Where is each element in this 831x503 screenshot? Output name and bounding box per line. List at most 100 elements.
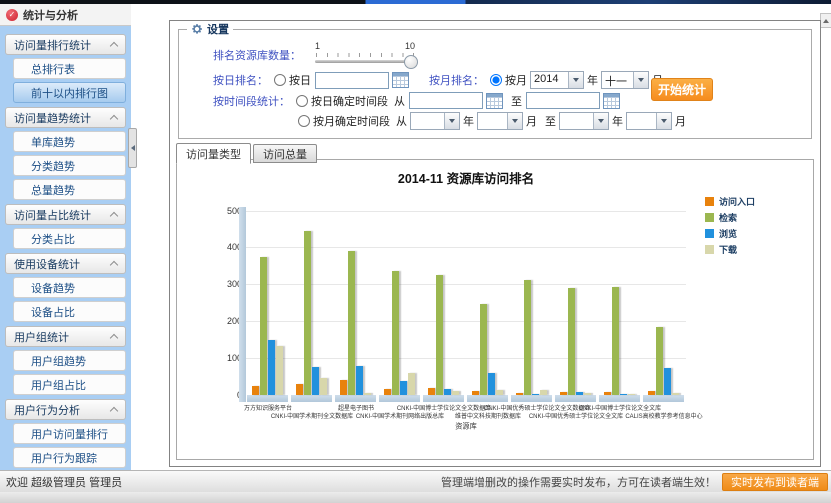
legend-swatch: [705, 213, 714, 222]
period-label: 按时间段统计：: [213, 93, 290, 109]
scroll-up-arrow[interactable]: [820, 13, 831, 28]
y-axis-tick-label: 0: [198, 390, 242, 400]
rank-mode-row: 按日排名： 按日 按月排名： 按月 2014 年 十一 月: [179, 71, 811, 89]
chevron-down-icon[interactable]: [656, 113, 671, 129]
slider-min-label: 1: [315, 41, 320, 51]
period-monthly-radio[interactable]: [298, 115, 310, 127]
slider-track[interactable]: [315, 60, 413, 63]
year-select[interactable]: 2014: [530, 71, 584, 89]
gridline: [246, 247, 686, 248]
chevron-up-icon: [110, 333, 118, 341]
legend-label: 访问入口: [719, 195, 755, 208]
chevron-down-icon[interactable]: [633, 72, 648, 88]
app-window: ✓ 统计与分析 访问量排行统计总排行表前十以内排行图访问量趋势统计单库趋势分类趋…: [0, 0, 831, 503]
sidebar-group-label: 用户组统计: [14, 329, 69, 345]
bar-检索: [568, 288, 575, 395]
chevron-down-icon[interactable]: [593, 113, 608, 129]
legend-item: 访问入口: [705, 195, 755, 208]
sidebar-group-header[interactable]: 用户组统计: [5, 326, 126, 347]
bar-检索: [656, 327, 663, 395]
bar-访问入口: [428, 388, 435, 395]
monthly-rank-radio[interactable]: [490, 74, 502, 86]
daily-rank-radio[interactable]: [274, 74, 286, 86]
sidebar-item[interactable]: 分类占比: [13, 228, 126, 249]
bar-下载: [320, 378, 327, 395]
sidebar-group-header[interactable]: 访问量占比统计: [5, 204, 126, 225]
chevron-down-icon[interactable]: [507, 113, 522, 129]
window-bottom-strip: [0, 492, 831, 503]
chevron-down-icon[interactable]: [444, 113, 459, 129]
chevron-down-icon[interactable]: [568, 72, 583, 88]
chevron-up-icon: [110, 211, 118, 219]
sidebar-group-header[interactable]: 访问量趋势统计: [5, 107, 126, 128]
daily-rank-option-label: 按日: [289, 72, 311, 88]
sidebar-group-header[interactable]: 访问量排行统计: [5, 34, 126, 55]
sidebar-item[interactable]: 设备占比: [13, 301, 126, 322]
bar-浏览: [532, 394, 539, 395]
tab-访问量类型[interactable]: 访问量类型: [176, 143, 251, 164]
period-to-date-input[interactable]: [526, 92, 600, 109]
publish-notice-text: 管理端增删改的操作需要实时发布，方可在读者端生效！: [441, 474, 716, 490]
sidebar-item[interactable]: 用户组趋势: [13, 350, 126, 371]
sidebar-item[interactable]: 总量趋势: [13, 179, 126, 200]
stats-badge-icon: ✓: [6, 9, 18, 21]
period-to-year-select[interactable]: [559, 112, 609, 130]
sidebar-group-header[interactable]: 用户行为分析: [5, 399, 126, 420]
welcome-text: 欢迎 超级管理员 管理员: [6, 474, 122, 490]
sidebar-item[interactable]: 用户行为跟踪: [13, 447, 126, 468]
sidebar-item[interactable]: 总排行表: [13, 58, 126, 79]
month-select[interactable]: 十一: [601, 71, 649, 89]
sidebar-collapse-handle[interactable]: [128, 128, 137, 168]
calendar-icon[interactable]: [486, 93, 503, 109]
y-axis-tick-label: 100: [198, 353, 242, 363]
sidebar-item[interactable]: 前十以内排行图: [13, 82, 126, 103]
period-daily-row: 按时间段统计： 按日确定时间段 从 至: [179, 92, 811, 109]
legend-swatch: [705, 197, 714, 206]
settings-legend: 设置: [187, 21, 233, 37]
start-statistics-button[interactable]: 开始统计: [651, 78, 713, 101]
status-right: 管理端增删改的操作需要实时发布，方可在读者端生效！ 实时发布到读者端: [441, 473, 828, 491]
slider-handle[interactable]: [404, 55, 418, 69]
x-axis-category-label: 维普中文科技期刊数据库: [440, 411, 536, 420]
publish-button[interactable]: 实时发布到读者端: [722, 473, 828, 491]
period-from-month-select[interactable]: [477, 112, 523, 130]
bar-下载: [628, 394, 635, 395]
period-from-date-input[interactable]: [409, 92, 483, 109]
sidebar-group-header[interactable]: 使用设备统计: [5, 253, 126, 274]
group-pedestal: [335, 395, 376, 402]
tab-访问总量[interactable]: 访问总量: [253, 144, 317, 163]
bar-下载: [276, 346, 283, 395]
bar-检索: [304, 231, 311, 395]
settings-legend-label: 设置: [207, 21, 229, 37]
chevron-up-icon: [110, 114, 118, 122]
calendar-icon[interactable]: [603, 93, 620, 109]
period-to-month-select[interactable]: [626, 112, 672, 130]
bar-下载: [540, 390, 547, 395]
sidebar-item[interactable]: 分类趋势: [13, 155, 126, 176]
rank-count-slider[interactable]: 1 10: [315, 41, 415, 69]
sidebar-title-label: 统计与分析: [23, 7, 78, 23]
calendar-icon[interactable]: [392, 72, 409, 88]
sidebar-group-label: 用户行为分析: [14, 402, 80, 418]
x-axis-category-label: CALIS高校教学参考信息中心: [616, 411, 712, 420]
period-daily-radio[interactable]: [296, 95, 308, 107]
bar-浏览: [620, 394, 627, 395]
y-axis-tick-label: 300: [198, 279, 242, 289]
sidebar-item[interactable]: 用户组占比: [13, 374, 126, 395]
period-from-year-select[interactable]: [410, 112, 460, 130]
bar-检索: [348, 251, 355, 395]
bar-访问入口: [252, 386, 259, 395]
bar-浏览: [312, 367, 319, 395]
bar-浏览: [488, 373, 495, 395]
sidebar-item[interactable]: 用户访问量排行: [13, 423, 126, 444]
month-unit-label: 月: [526, 113, 537, 129]
year-select-value: 2014: [531, 72, 568, 88]
daily-rank-date-input[interactable]: [315, 72, 389, 89]
bar-访问入口: [560, 392, 567, 395]
legend-item: 浏览: [705, 227, 737, 240]
chevron-up-icon: [110, 41, 118, 49]
sidebar-item[interactable]: 设备趋势: [13, 277, 126, 298]
bar-访问入口: [340, 380, 347, 395]
bar-访问入口: [472, 391, 479, 395]
sidebar-item[interactable]: 单库趋势: [13, 131, 126, 152]
